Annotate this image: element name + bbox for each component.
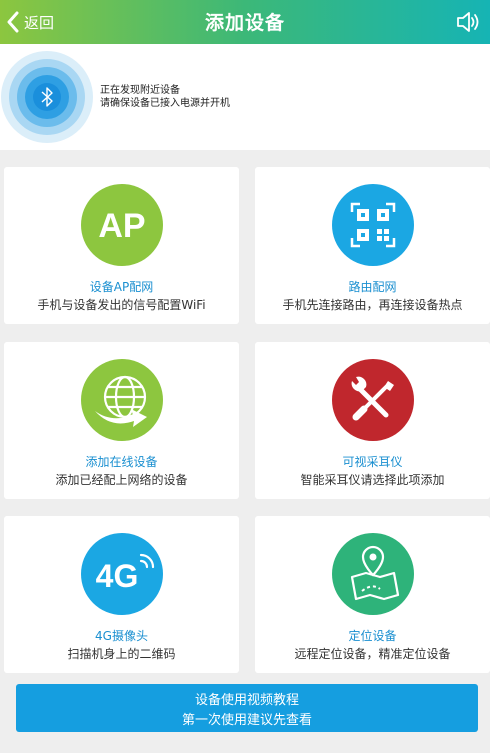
globe-icon [80, 359, 163, 441]
discover-line-2: 请确保设备已接入电源并开机 [100, 98, 230, 109]
card-location-device[interactable]: 定位设备 远程定位设备，精准定位设备 [255, 516, 490, 673]
card-router-config[interactable]: 路由配网 手机先连接路由，再连接设备热点 [255, 167, 490, 324]
card-title: 路由配网 [348, 280, 397, 294]
bluetooth-scan-animation [1, 51, 93, 143]
ap-icon: AP [80, 184, 163, 266]
discover-panel: 正在发现附近设备 请确保设备已接入电源并开机 [0, 44, 490, 150]
card-description: 添加已经配上网络的设备 [55, 473, 188, 487]
card-add-online-device[interactable]: 添加在线设备 添加已经配上网络的设备 [4, 342, 239, 499]
discover-status: 正在发现附近设备 请确保设备已接入电源并开机 [100, 84, 230, 110]
card-description: 手机与设备发出的信号配置WiFi [37, 298, 206, 312]
4g-icon: 4G [80, 533, 163, 615]
speaker-button[interactable] [454, 8, 482, 36]
tutorial-line-2: 第一次使用建议先查看 [181, 713, 312, 728]
card-description: 扫描机身上的二维码 [67, 647, 176, 661]
svg-text:AP: AP [98, 207, 145, 245]
card-visual-ear-device[interactable]: 可视采耳仪 智能采耳仪请选择此项添加 [255, 342, 490, 499]
qr-code-icon [331, 184, 414, 266]
card-title: 4G摄像头 [95, 629, 148, 643]
tutorial-line-1: 设备使用视频教程 [194, 693, 299, 708]
speaker-icon [457, 12, 479, 32]
discover-line-1: 正在发现附近设备 [100, 85, 180, 96]
card-title: 添加在线设备 [85, 455, 158, 469]
page-title: 添加设备 [204, 12, 285, 34]
svg-text:4G: 4G [95, 558, 138, 594]
video-tutorial-button[interactable]: 设备使用视频教程 第一次使用建议先查看 [16, 684, 478, 732]
card-4g-camera[interactable]: 4G 4G摄像头 扫描机身上的二维码 [4, 516, 239, 673]
card-description: 手机先连接路由，再连接设备热点 [282, 298, 463, 312]
header-bar: 返回 添加设备 [0, 0, 490, 44]
card-title: 定位设备 [348, 629, 397, 643]
card-title: 设备AP配网 [89, 280, 154, 294]
map-pin-icon [331, 533, 414, 615]
tools-icon [331, 359, 414, 441]
card-ap-config[interactable]: AP 设备AP配网 手机与设备发出的信号配置WiFi [4, 167, 239, 324]
card-description: 远程定位设备，精准定位设备 [294, 647, 451, 661]
card-description: 智能采耳仪请选择此项添加 [300, 473, 445, 487]
card-title: 可视采耳仪 [342, 455, 403, 469]
